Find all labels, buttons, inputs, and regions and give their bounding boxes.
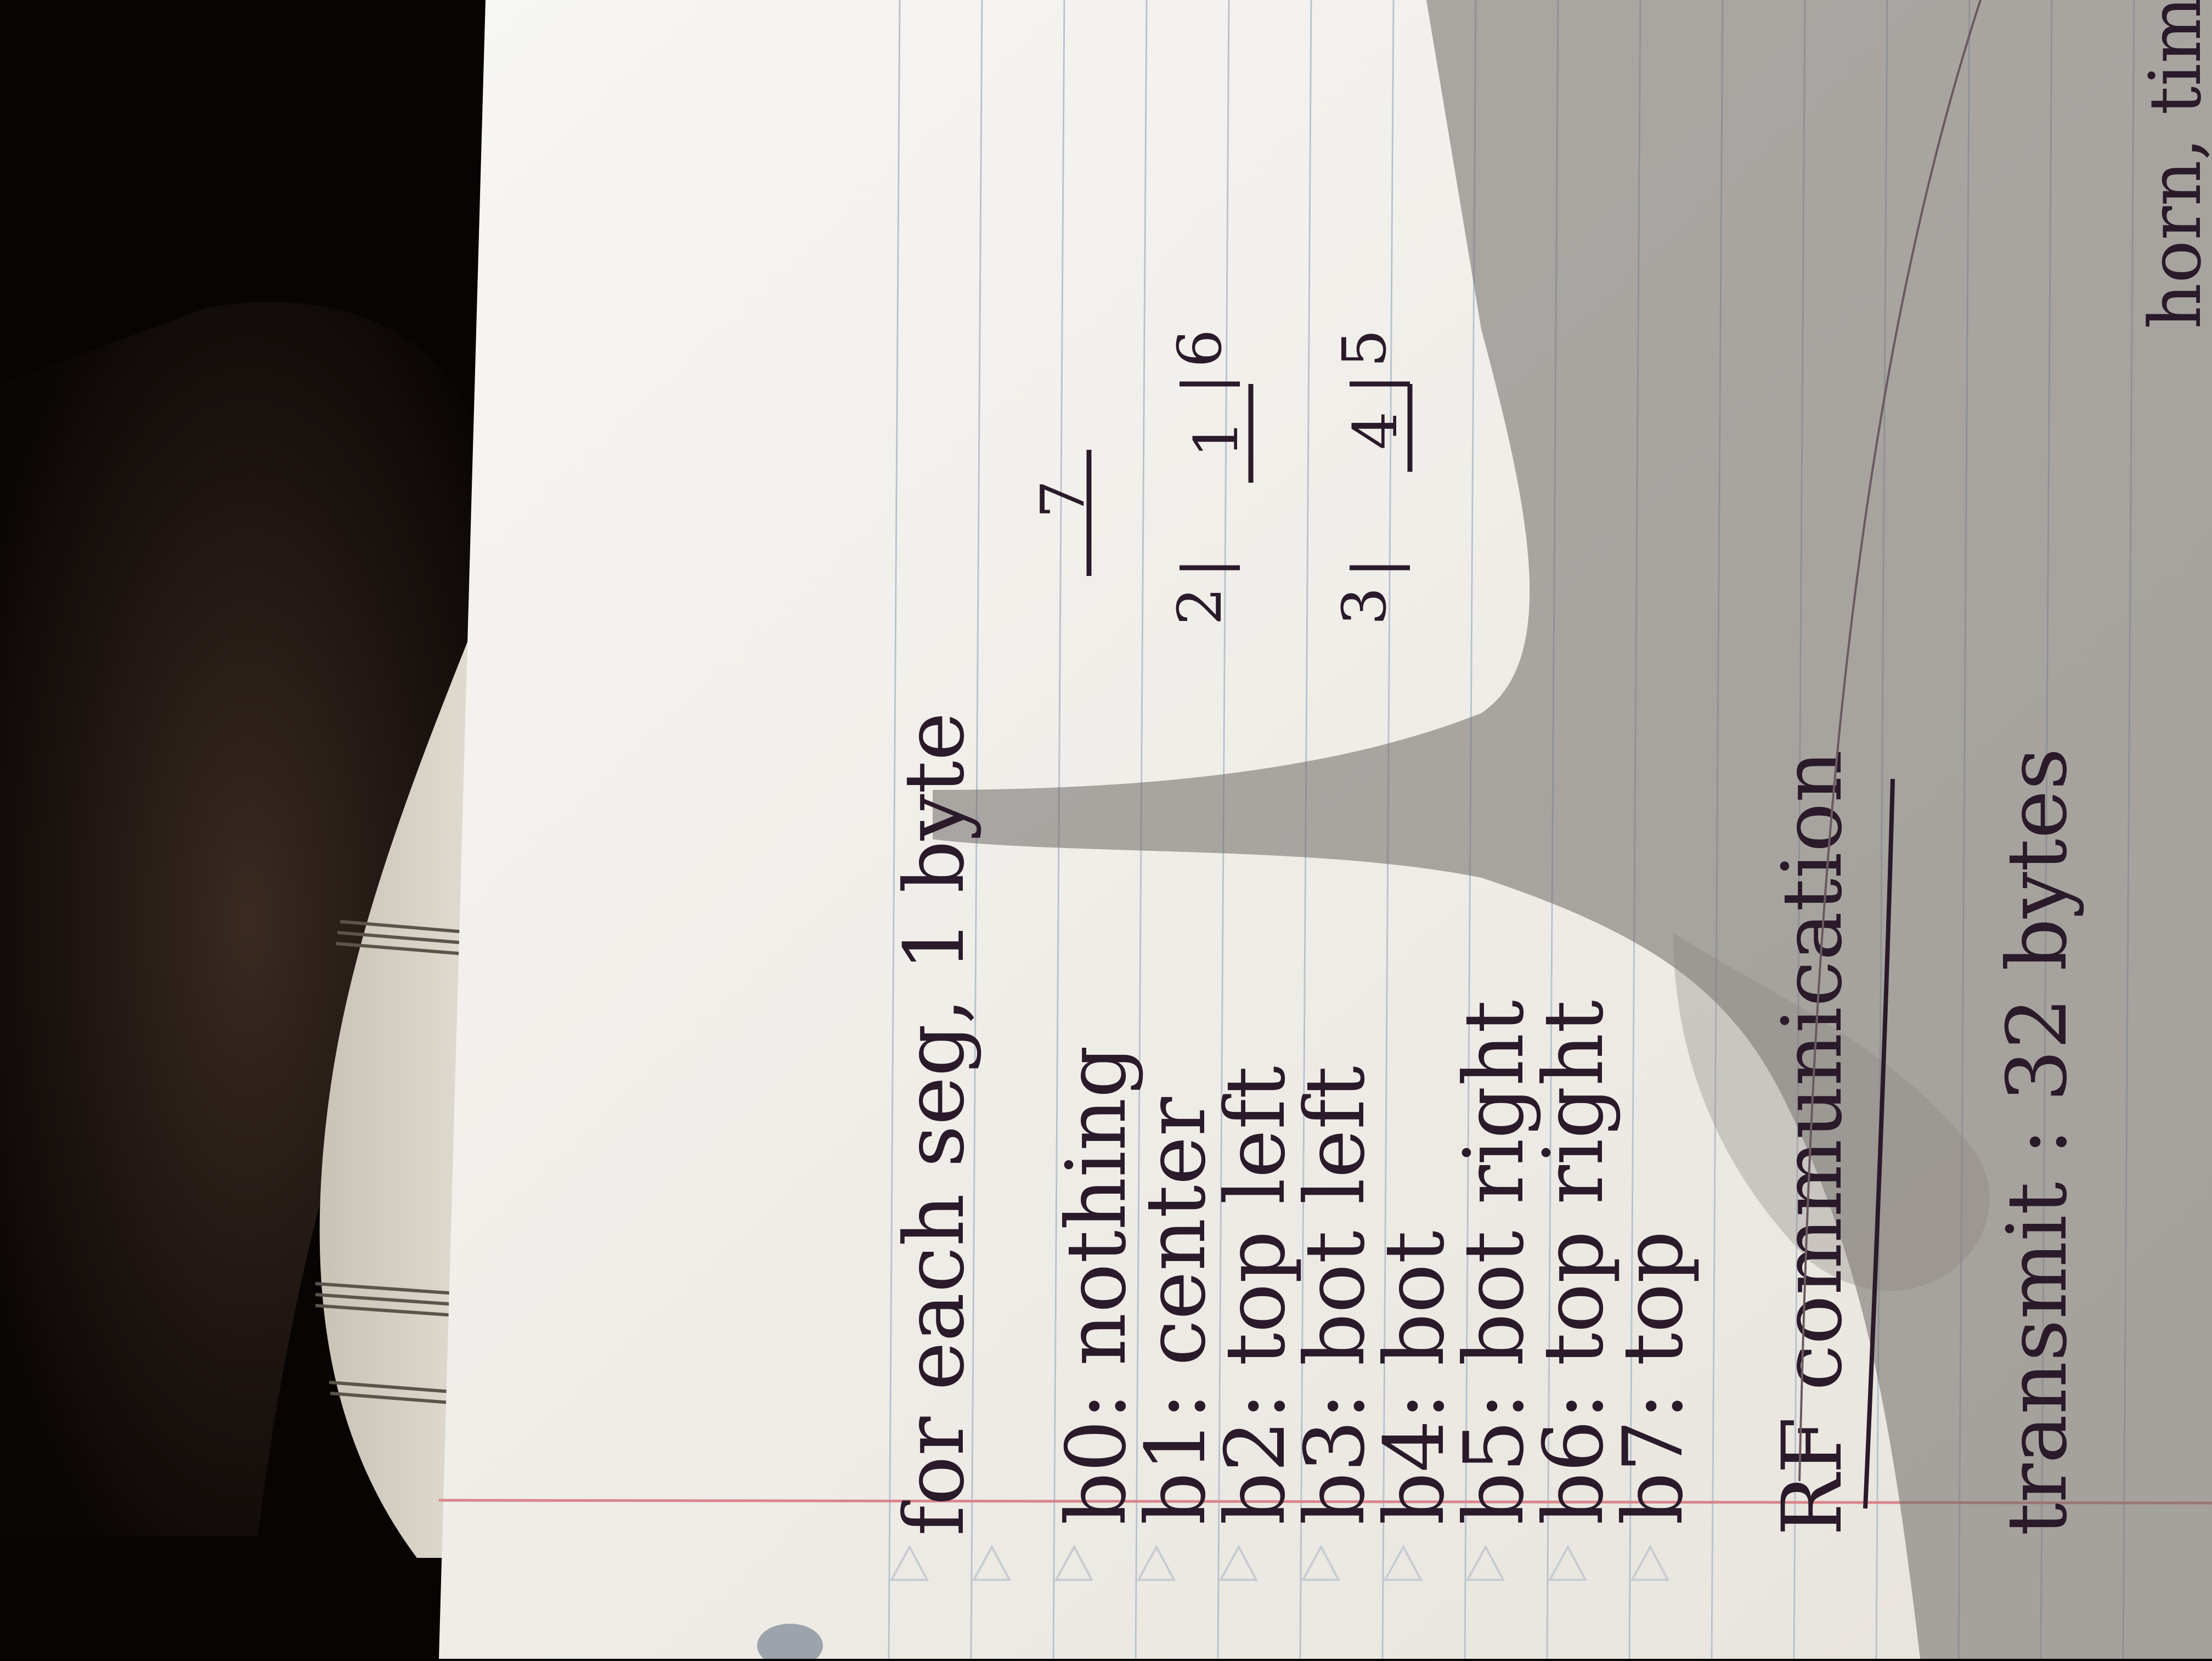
section-title: RF communication	[1765, 750, 1860, 1536]
seg-num-row2-left: 3	[1329, 587, 1400, 625]
notebook-photo: for each seg, 1 byte b0: nothing b1: cen…	[0, 0, 2212, 1661]
bit-7-text: top	[1606, 1230, 1701, 1366]
seg-num-row1-right: 6	[1165, 329, 1235, 368]
heading-text: for each seg, 1 byte	[887, 712, 983, 1536]
bit-7-label: b7:	[1606, 1392, 1701, 1525]
footer-line-2: horn, time,	[2134, 0, 2212, 329]
seg-num-row2-mid: 4	[1340, 411, 1410, 450]
seg-num-row1-left: 2	[1165, 587, 1235, 625]
seg-num-row2-right: 5	[1329, 329, 1400, 368]
footer-line-1: transmit : 32 bytes	[1990, 748, 2085, 1536]
photo-scene: for each seg, 1 byte b0: nothing b1: cen…	[0, 0, 2212, 1661]
seg-num-top: 7	[1028, 480, 1098, 518]
seg-num-row1-mid: 1	[1181, 420, 1251, 458]
